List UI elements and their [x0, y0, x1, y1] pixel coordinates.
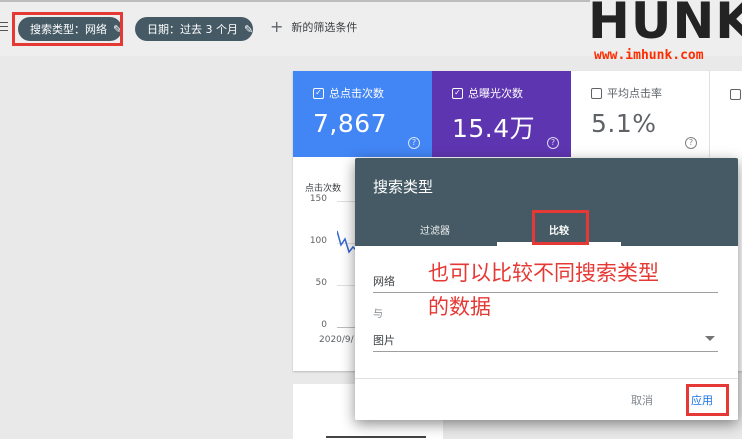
y-tick-label: 150: [309, 194, 327, 204]
metric-value: 5.1%: [591, 109, 657, 138]
x-tick-label: 2020/9/: [319, 335, 354, 345]
checkbox-checked-icon[interactable]: ✓: [452, 87, 463, 99]
dialog-footer-divider: [355, 378, 738, 379]
checkbox-checked-icon[interactable]: ✓: [313, 87, 324, 99]
date-chip-label: 日期：过去 3 个月: [147, 23, 238, 36]
dropdown-arrow-icon[interactable]: [705, 336, 715, 341]
metric-total-impressions[interactable]: ✓ 总曝光次数 15.4万 ?: [432, 71, 571, 157]
gridline: [337, 201, 357, 202]
filter-icon[interactable]: [0, 22, 8, 34]
checkbox-unchecked-icon[interactable]: [591, 87, 602, 99]
highlight-box-compare-tab: [532, 210, 589, 245]
compare-field-2-select[interactable]: 图片: [373, 332, 395, 348]
help-icon[interactable]: ?: [547, 137, 559, 149]
highlight-box-apply: [686, 384, 729, 416]
metric-average-ctr[interactable]: 平均点击率 5.1% ?: [571, 71, 710, 157]
annotation-line-2: 的数据: [428, 295, 491, 319]
logo-url: www.imhunk.com: [594, 48, 704, 63]
annotation-line-1: 也可以比较不同搜索类型: [428, 261, 659, 285]
metric-label: 总点击次数: [329, 87, 384, 100]
x-axis-line: [337, 327, 357, 328]
compare-field-1[interactable]: 网络: [373, 273, 395, 289]
metric-partial[interactable]: [710, 71, 742, 157]
tab-filter[interactable]: 过滤器: [373, 222, 497, 237]
cancel-button[interactable]: 取消: [631, 392, 653, 408]
help-icon[interactable]: ?: [685, 137, 697, 149]
dialog-title: 搜索类型: [373, 178, 434, 196]
y-tick-label: 50: [315, 278, 327, 288]
hunk-logo: HUNK www.imhunk.com: [586, 0, 742, 66]
with-label: 与: [373, 309, 383, 320]
date-chip[interactable]: 日期：过去 3 个月 ✎: [135, 17, 253, 41]
new-filter-button[interactable]: + 新的筛选条件: [270, 19, 357, 35]
metric-value: 7,867: [313, 109, 388, 138]
help-icon[interactable]: ?: [408, 137, 420, 149]
metric-total-clicks[interactable]: ✓ 总点击次数 7,867 ?: [293, 71, 432, 157]
y-tick-label: 100: [309, 236, 327, 246]
new-filter-label: 新的筛选条件: [291, 21, 358, 34]
gridline: [337, 285, 357, 286]
edit-pencil-icon[interactable]: ✎: [244, 23, 253, 36]
metric-label: 平均点击率: [607, 87, 662, 100]
clicks-line-fragment: [337, 230, 357, 254]
plus-icon: +: [270, 17, 284, 36]
logo-wordmark: HUNK: [588, 0, 742, 50]
chart-y-axis-label: 点击次数: [305, 184, 342, 194]
y-tick-label: 0: [321, 320, 327, 330]
annotation-text: 也可以比较不同搜索类型 的数据: [428, 256, 728, 324]
tab-indicator: [326, 436, 426, 438]
metric-label: 总曝光次数: [468, 87, 523, 100]
highlight-box-search-type: [12, 12, 123, 46]
topbar-divider: [0, 0, 590, 2]
checkbox-unchecked-icon[interactable]: [730, 89, 741, 100]
field-underline: [373, 351, 718, 352]
